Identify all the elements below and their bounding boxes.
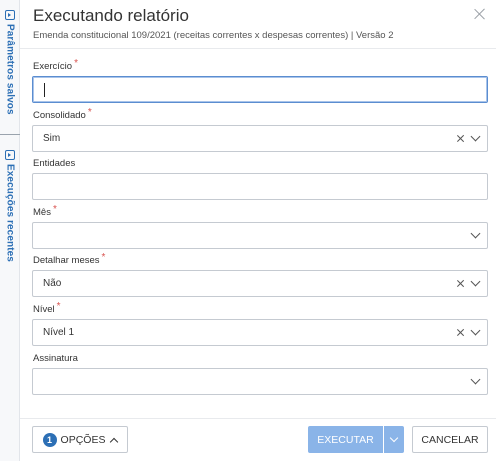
- mes-label: Mês *: [33, 204, 57, 218]
- expand-panel-icon: [5, 10, 15, 20]
- clear-icon[interactable]: [456, 134, 465, 143]
- required-marker: *: [56, 301, 61, 312]
- side-rail: Parâmetros salvos Execuções recentes: [0, 0, 20, 461]
- options-count-badge: 1: [42, 432, 57, 447]
- required-marker: *: [74, 58, 78, 69]
- nivel-label: Nível *: [33, 301, 61, 315]
- mes-select[interactable]: [32, 222, 488, 249]
- consolidado-value: Sim: [43, 133, 61, 144]
- clear-icon[interactable]: [456, 279, 465, 288]
- entidades-input[interactable]: [32, 173, 488, 200]
- required-marker: *: [52, 204, 57, 215]
- assinatura-select[interactable]: [32, 368, 488, 395]
- nivel-select[interactable]: Nível 1: [32, 319, 488, 346]
- clear-icon[interactable]: [456, 328, 465, 337]
- entidades-label: Entidades: [33, 158, 76, 169]
- report-dialog: Executando relatório Emenda constitucion…: [20, 0, 496, 461]
- nivel-value: Nível 1: [43, 327, 75, 338]
- options-button[interactable]: 1 OPÇÕES: [32, 426, 128, 453]
- header-divider: [20, 48, 496, 49]
- tab-saved-parameters-label: Parâmetros salvos: [4, 24, 16, 115]
- exercicio-input[interactable]: [32, 76, 488, 103]
- chevron-down-icon[interactable]: [470, 374, 481, 385]
- cancel-button[interactable]: CANCELAR: [412, 426, 488, 453]
- tab-recent-executions[interactable]: Execuções recentes: [0, 150, 20, 262]
- chevron-down-icon[interactable]: [470, 131, 481, 142]
- execute-button[interactable]: EXECUTAR: [308, 426, 383, 453]
- dialog-subtitle: Emenda constitucional 109/2021 (receitas…: [33, 30, 394, 41]
- text-caret: [44, 83, 45, 97]
- tab-saved-parameters[interactable]: Parâmetros salvos: [0, 10, 20, 115]
- cancel-button-label: CANCELAR: [421, 433, 479, 446]
- required-marker: *: [101, 252, 106, 263]
- exercicio-label: Exercício *: [33, 58, 78, 72]
- footer-divider: [20, 418, 496, 419]
- detalhar-meses-select[interactable]: Não: [32, 270, 488, 297]
- detalhar-meses-value: Não: [43, 278, 62, 289]
- chevron-up-icon: [110, 437, 119, 446]
- chevron-down-icon[interactable]: [470, 276, 481, 287]
- chevron-down-icon[interactable]: [470, 228, 481, 239]
- rail-divider: [0, 134, 20, 135]
- chevron-down-icon[interactable]: [470, 325, 481, 336]
- chevron-down-icon: [389, 433, 399, 442]
- close-icon[interactable]: [472, 6, 488, 22]
- detalhar-meses-label: Detalhar meses *: [33, 252, 106, 266]
- execute-button-label: EXECUTAR: [317, 433, 374, 446]
- required-marker: *: [87, 107, 92, 118]
- consolidado-select[interactable]: Sim: [32, 125, 488, 152]
- expand-panel-icon: [5, 150, 15, 160]
- consolidado-label: Consolidado *: [33, 107, 92, 121]
- assinatura-label: Assinatura: [33, 353, 78, 364]
- options-button-label: OPÇÕES: [60, 433, 106, 446]
- execute-dropdown-button[interactable]: [384, 426, 404, 453]
- dialog-title: Executando relatório: [33, 6, 189, 25]
- tab-recent-executions-label: Execuções recentes: [4, 164, 16, 262]
